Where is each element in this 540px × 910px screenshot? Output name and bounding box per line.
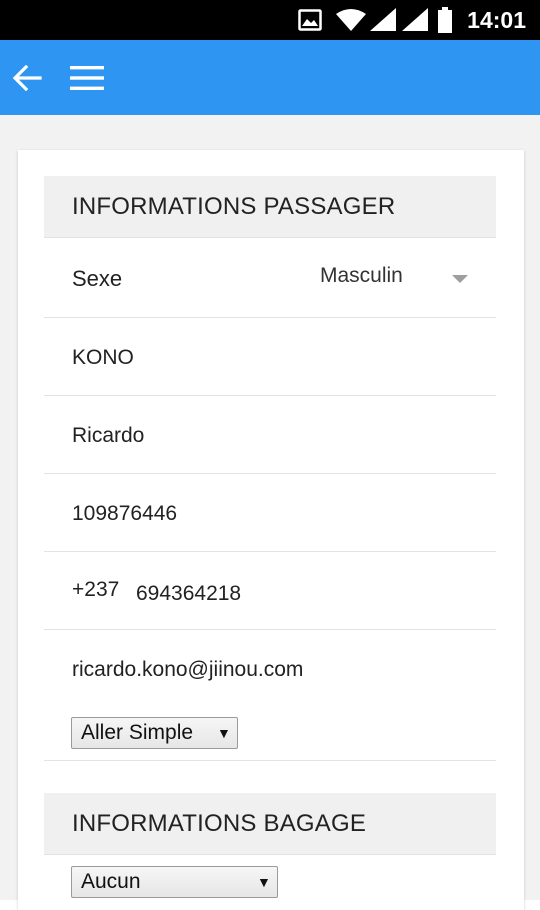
baggage-value: Aucun bbox=[81, 870, 141, 893]
last-name-field[interactable]: KONO bbox=[44, 318, 496, 396]
phone-field[interactable]: +237 694364218 bbox=[44, 552, 496, 630]
signal-icon bbox=[402, 0, 428, 40]
first-name-value[interactable]: Ricardo bbox=[72, 424, 144, 448]
passenger-section-title: INFORMATIONS PASSAGER bbox=[72, 193, 396, 220]
phone-number-value[interactable]: 694364218 bbox=[136, 582, 241, 606]
hamburger-menu-icon bbox=[70, 65, 104, 90]
sex-select-row[interactable]: Sexe Masculin bbox=[44, 238, 496, 318]
form-card: INFORMATIONS PASSAGER Sexe Masculin KONO… bbox=[18, 150, 524, 910]
sex-label: Sexe bbox=[72, 266, 123, 291]
clock: 14:01 bbox=[467, 7, 526, 33]
first-name-field[interactable]: Ricardo bbox=[44, 396, 496, 474]
back-button[interactable] bbox=[12, 40, 42, 115]
id-number-field[interactable]: 109876446 bbox=[44, 474, 496, 552]
signal-icon bbox=[370, 0, 396, 40]
baggage-section-title: INFORMATIONS BAGAGE bbox=[72, 810, 367, 837]
app-bar bbox=[0, 40, 540, 115]
baggage-section-header: INFORMATIONS BAGAGE bbox=[44, 793, 496, 855]
battery-icon bbox=[438, 0, 452, 40]
content-area: INFORMATIONS PASSAGER Sexe Masculin KONO… bbox=[0, 115, 540, 910]
select-arrow-icon: ▼ bbox=[257, 874, 271, 890]
baggage-select[interactable]: Aucun ▼ bbox=[71, 866, 278, 898]
email-field[interactable]: ricardo.kono@jiinou.com bbox=[44, 630, 496, 708]
image-icon bbox=[298, 0, 322, 40]
last-name-value[interactable]: KONO bbox=[72, 346, 134, 370]
id-number-value[interactable]: 109876446 bbox=[72, 502, 177, 526]
menu-button[interactable] bbox=[70, 40, 104, 115]
trip-type-row-divider bbox=[44, 708, 496, 761]
sex-select-value[interactable]: Masculin bbox=[320, 264, 403, 288]
passenger-section-header: INFORMATIONS PASSAGER bbox=[44, 176, 496, 238]
arrow-left-icon bbox=[12, 64, 42, 91]
email-value[interactable]: ricardo.kono@jiinou.com bbox=[72, 658, 303, 682]
status-bar: 14:01 bbox=[0, 0, 540, 40]
wifi-icon bbox=[336, 0, 366, 40]
dropdown-caret-icon[interactable] bbox=[452, 275, 468, 283]
phone-prefix: +237 bbox=[72, 578, 120, 601]
